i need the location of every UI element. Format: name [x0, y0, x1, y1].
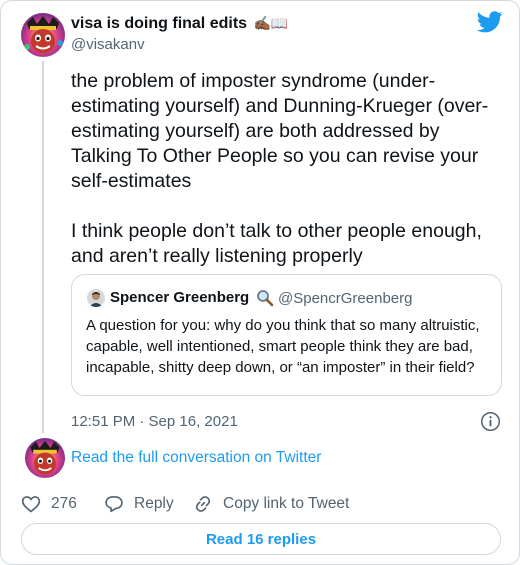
quoted-author-avatar	[87, 289, 105, 307]
like-count: 276	[51, 495, 77, 512]
copy-link-button[interactable]: Copy link to Tweet	[193, 493, 349, 515]
link-icon	[195, 496, 211, 512]
thread-line	[42, 61, 44, 433]
author-name-text: visa is doing final edits	[71, 15, 248, 32]
read-conversation-link[interactable]: Read the full conversation on Twitter	[71, 449, 321, 467]
conversation-avatar	[25, 438, 65, 478]
tweet-timestamp[interactable]: 12:51 PM · Sep 16, 2021	[71, 413, 238, 430]
tweet-actions: 276 Reply Copy link to Tweet	[1, 493, 520, 515]
info-icon[interactable]	[480, 411, 501, 432]
tweet-text: the problem of imposter syndrome (under-…	[71, 70, 489, 267]
quoted-tweet-text: A question for you: why do you think tha…	[86, 317, 480, 376]
author-name[interactable]: visa is doing final edits ✍🏾📖	[71, 15, 288, 33]
read-replies-button[interactable]: Read 16 replies	[21, 523, 501, 555]
reply-button[interactable]: Reply	[104, 493, 174, 515]
quoted-tweet[interactable]: Spencer Greenberg @SpencrGreenberg A que…	[71, 274, 502, 396]
quoted-author-name: Spencer Greenberg	[110, 289, 250, 306]
magnifying-glass-icon	[256, 289, 274, 307]
author-name-emoji: ✍🏾📖	[253, 15, 289, 31]
quoted-author-handle: @SpencrGreenberg	[278, 290, 413, 307]
author-avatar[interactable]	[21, 13, 65, 57]
twitter-bird-icon[interactable]	[476, 11, 503, 33]
tweet-embed-card: visa is doing final edits ✍🏾📖 @visakanv …	[0, 0, 520, 565]
like-button[interactable]: 276	[21, 493, 77, 515]
author-handle[interactable]: @visakanv	[71, 36, 145, 53]
copy-link-label: Copy link to Tweet	[223, 495, 350, 512]
reply-bubble-icon	[105, 496, 123, 513]
reply-label: Reply	[134, 495, 174, 512]
heart-icon	[21, 496, 41, 513]
